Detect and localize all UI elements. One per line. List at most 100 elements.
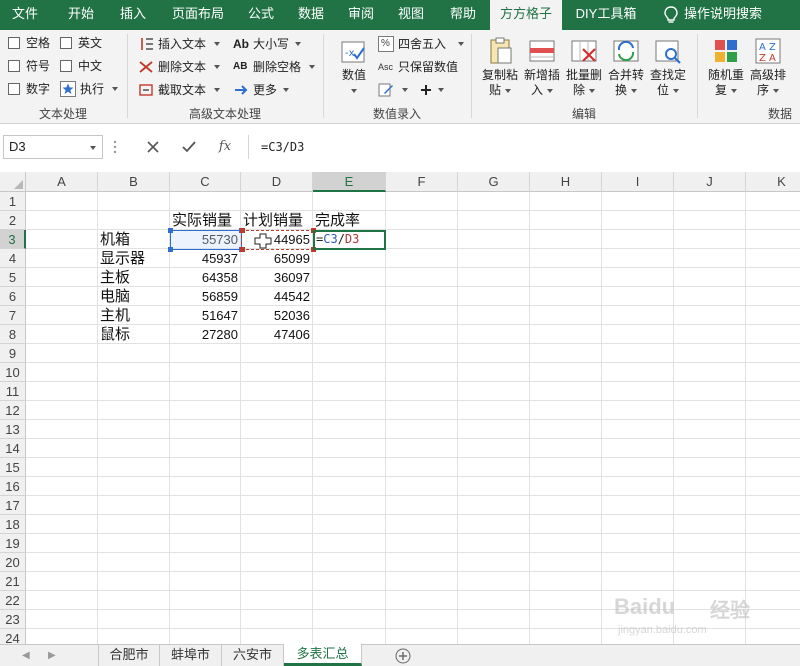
extract-text-button[interactable]: 截取文本 xyxy=(138,80,222,100)
add-sheet-icon[interactable] xyxy=(395,648,411,664)
row-header-17[interactable]: 17 xyxy=(0,496,26,515)
round-button[interactable]: % 四舍五入 xyxy=(378,34,464,54)
row-header-4[interactable]: 4 xyxy=(0,249,26,268)
column-header-b[interactable]: B xyxy=(98,172,170,192)
cell-d2[interactable]: 计划销量 xyxy=(243,211,313,230)
row-header-3[interactable]: 3 xyxy=(0,230,26,249)
column-header-c[interactable]: C xyxy=(170,172,241,192)
delete-text-button[interactable]: 删除文本 xyxy=(138,57,222,77)
merge-convert-button[interactable]: 合并转换 xyxy=(604,34,648,98)
column-header-i[interactable]: I xyxy=(602,172,674,192)
select-all-corner[interactable] xyxy=(0,172,26,192)
row-header-7[interactable]: 7 xyxy=(0,306,26,325)
cell-d6[interactable]: 44542 xyxy=(241,287,313,306)
column-header-h[interactable]: H xyxy=(530,172,602,192)
row-header-8[interactable]: 8 xyxy=(0,325,26,344)
tab-help[interactable]: 帮助 xyxy=(438,0,488,30)
checkbox-english[interactable]: 英文 xyxy=(60,34,110,52)
tab-formulas[interactable]: 公式 xyxy=(236,0,286,30)
edit-value-button[interactable] xyxy=(378,80,412,100)
resize-handle[interactable] xyxy=(240,228,245,233)
column-header-d[interactable]: D xyxy=(241,172,313,192)
cell-b5[interactable]: 主板 xyxy=(100,268,170,287)
tab-diy-toolbox[interactable]: DIY工具箱 xyxy=(566,0,646,30)
cell-b4[interactable]: 显示器 xyxy=(100,249,170,268)
resize-handle[interactable] xyxy=(240,247,245,252)
row-header-20[interactable]: 20 xyxy=(0,553,26,572)
delete-space-button[interactable]: AB 删除空格 xyxy=(233,57,317,77)
advanced-sort-button[interactable]: A Z Z A 高级排序 xyxy=(746,34,790,98)
row-header-19[interactable]: 19 xyxy=(0,534,26,553)
cell-d4[interactable]: 65099 xyxy=(241,249,313,268)
sheet-tab-hefei[interactable]: 合肥市 xyxy=(98,645,160,666)
resize-handle[interactable] xyxy=(168,228,173,233)
sheet-tab-summary[interactable]: 多表汇总 xyxy=(284,644,362,666)
cell-e2[interactable]: 完成率 xyxy=(315,211,385,230)
insert-text-button[interactable]: 插入文本 xyxy=(138,34,222,54)
row-header-22[interactable]: 22 xyxy=(0,591,26,610)
row-header-24[interactable]: 24 xyxy=(0,629,26,644)
keep-value-button[interactable]: Asc 只保留数值 xyxy=(378,57,462,77)
cell-c5[interactable]: 64358 xyxy=(170,268,241,287)
cell-b7[interactable]: 主机 xyxy=(100,306,170,325)
change-case-button[interactable]: Ab 大小写 xyxy=(233,34,309,54)
random-repeat-button[interactable]: 随机重复 xyxy=(704,34,748,98)
row-header-11[interactable]: 11 xyxy=(0,382,26,401)
batch-delete-button[interactable]: 批量删除 xyxy=(562,34,606,98)
row-header-23[interactable]: 23 xyxy=(0,610,26,629)
cell-d8[interactable]: 47406 xyxy=(241,325,313,344)
cell-d7[interactable]: 52036 xyxy=(241,306,313,325)
column-header-k[interactable]: K xyxy=(746,172,800,192)
checkbox-chinese[interactable]: 中文 xyxy=(60,57,110,75)
resize-handle[interactable] xyxy=(168,247,173,252)
sheet-tab-luan[interactable]: 六安市 xyxy=(222,645,284,666)
row-header-10[interactable]: 10 xyxy=(0,363,26,382)
run-button[interactable]: 执行 xyxy=(60,79,120,99)
name-box[interactable]: D3 xyxy=(3,135,103,159)
row-header-12[interactable]: 12 xyxy=(0,401,26,420)
tab-home[interactable]: 开始 xyxy=(56,0,106,30)
row-header-5[interactable]: 5 xyxy=(0,268,26,287)
tell-me-search[interactable]: 操作说明搜索 xyxy=(684,0,770,30)
tab-data[interactable]: 数据 xyxy=(286,0,336,30)
add-insert-button[interactable]: 新增插入 xyxy=(520,34,564,98)
close-icon[interactable] xyxy=(142,136,164,158)
cell-c7[interactable]: 51647 xyxy=(170,306,241,325)
row-header-2[interactable]: 2 xyxy=(0,211,26,230)
column-header-g[interactable]: G xyxy=(458,172,530,192)
cell-b3[interactable]: 机箱 xyxy=(100,230,170,249)
checkbox-symbol[interactable]: 符号 xyxy=(8,57,58,75)
find-locate-button[interactable]: 查找定位 xyxy=(646,34,690,98)
cell-c4[interactable]: 45937 xyxy=(170,249,241,268)
drag-handle-icon[interactable] xyxy=(113,139,117,155)
cell-d5[interactable]: 36097 xyxy=(241,268,313,287)
copy-paste-button[interactable]: 复制粘贴 xyxy=(478,34,522,98)
tab-page-layout[interactable]: 页面布局 xyxy=(162,0,234,30)
checkbox-number[interactable]: 数字 xyxy=(8,80,58,98)
row-header-13[interactable]: 13 xyxy=(0,420,26,439)
cell-c6[interactable]: 56859 xyxy=(170,287,241,306)
tab-fangfang-gezi[interactable]: 方方格子 xyxy=(490,0,562,30)
insert-function-button[interactable]: fx xyxy=(214,136,236,158)
cell-c8[interactable]: 27280 xyxy=(170,325,241,344)
more-button[interactable]: 更多 xyxy=(233,80,297,100)
sheet-tab-bengbu[interactable]: 蚌埠市 xyxy=(160,645,222,666)
column-header-e[interactable]: E xyxy=(313,172,386,192)
row-header-1[interactable]: 1 xyxy=(0,192,26,211)
column-header-j[interactable]: J xyxy=(674,172,746,192)
row-header-9[interactable]: 9 xyxy=(0,344,26,363)
checkbox-space[interactable]: 空格 xyxy=(8,34,58,52)
plus-button[interactable] xyxy=(418,80,444,100)
value-button[interactable]: -x 数值 xyxy=(334,34,374,98)
column-header-a[interactable]: A xyxy=(26,172,98,192)
row-header-6[interactable]: 6 xyxy=(0,287,26,306)
tab-view[interactable]: 视图 xyxy=(386,0,436,30)
cell-c2[interactable]: 实际销量 xyxy=(172,211,242,230)
active-cell-e3[interactable] xyxy=(313,230,386,250)
tab-review[interactable]: 审阅 xyxy=(336,0,386,30)
row-header-18[interactable]: 18 xyxy=(0,515,26,534)
cell-b8[interactable]: 鼠标 xyxy=(100,325,170,344)
row-header-15[interactable]: 15 xyxy=(0,458,26,477)
row-header-21[interactable]: 21 xyxy=(0,572,26,591)
row-header-16[interactable]: 16 xyxy=(0,477,26,496)
